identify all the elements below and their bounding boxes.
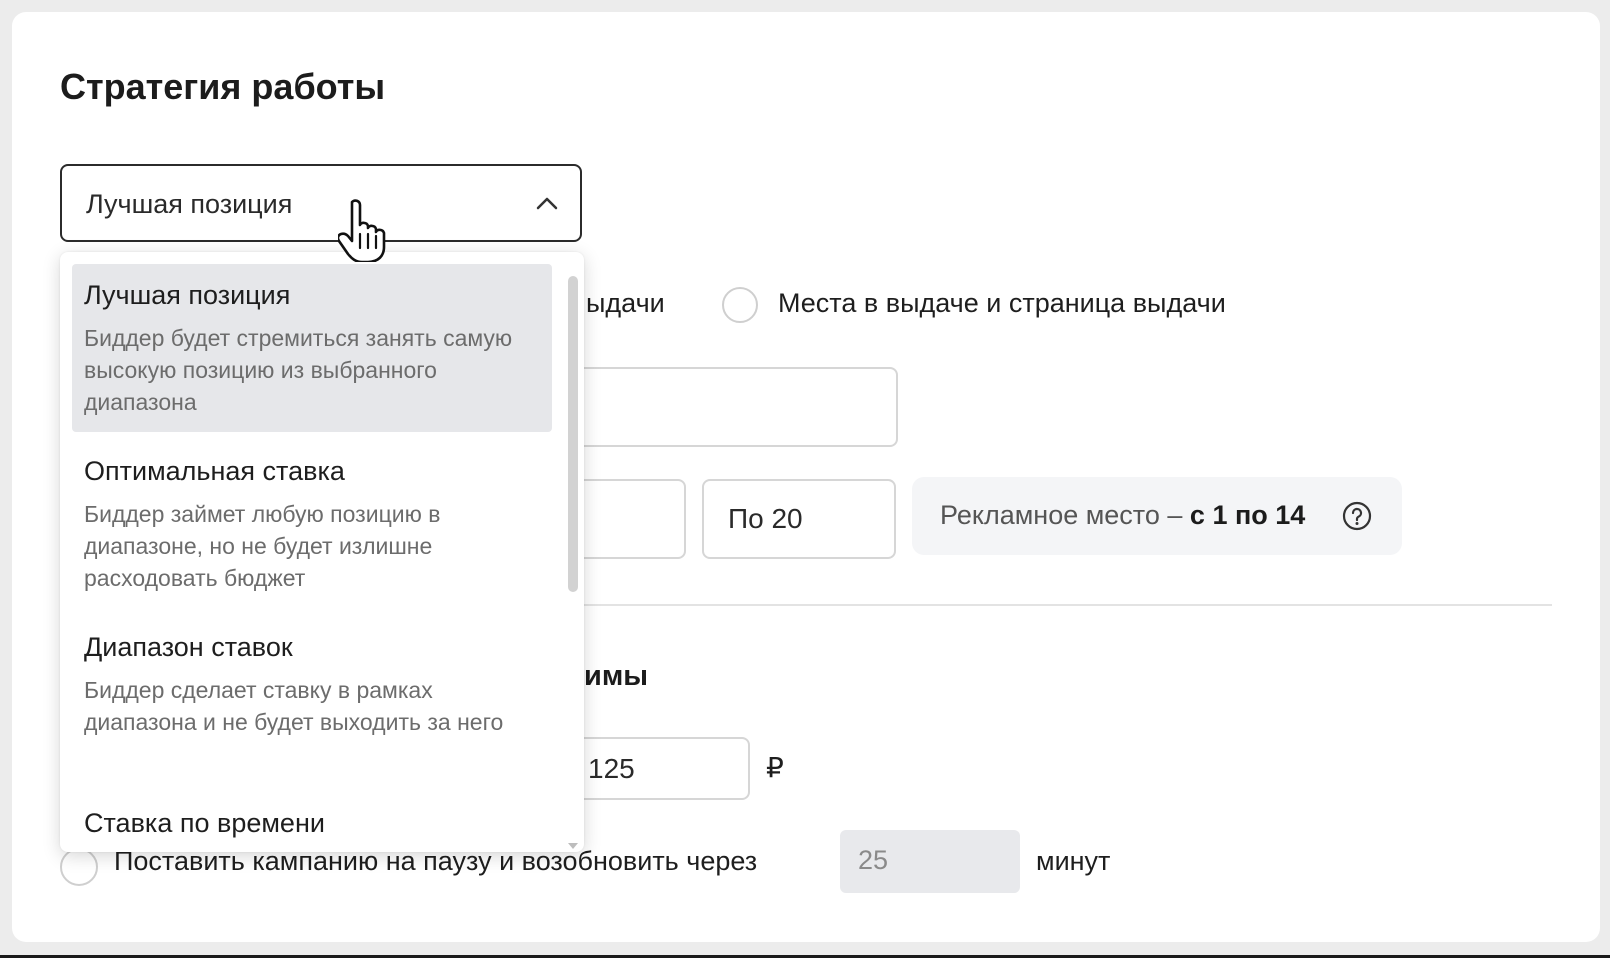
range-to-input[interactable]: По 20 [702,479,896,559]
ad-place-value: с 1 по 14 [1189,500,1306,530]
scroll-down-arrow-icon[interactable] [567,842,579,850]
ad-place-prefix: Рекламное место – [940,500,1190,530]
option-description: Биддер займет любую позицию в диапазоне,… [84,501,441,591]
range-to-value: По 20 [728,503,803,534]
pause-unit-label: минут [1036,846,1111,876]
placement-radio-2[interactable] [722,287,758,323]
dropdown-option-optimal-bid[interactable]: Оптимальная ставка Биддер займет любую п… [72,440,552,608]
pause-minutes-input[interactable]: 25 [840,830,1020,893]
hand-pointer-icon [338,199,386,262]
strategy-dropdown[interactable]: Лучшая позиция Биддер будет стремиться з… [60,252,584,852]
strategy-select-value: Лучшая позиция [86,189,293,219]
placement-option-2-label[interactable]: Места в выдаче и страница выдачи [778,288,1226,319]
pause-minutes-value: 25 [858,845,889,875]
positions-input[interactable] [540,367,898,447]
ad-place-info: Рекламное место – с 1 по 14 [912,477,1402,555]
bid-value: 125 [588,753,635,784]
ad-place-info-text: Рекламное место – с 1 по 14 [940,500,1305,531]
chevron-up-icon [536,197,558,210]
option-title: Оптимальная ставка [84,456,345,486]
option-description: Биддер будет стремиться занять самую выс… [84,325,513,415]
pause-radio[interactable] [60,848,98,886]
placement-option-1-label[interactable]: ыдачи [586,288,665,319]
option-description: Биддер сделает ставку в рамках диапазона… [84,677,504,735]
dropdown-scrollbar[interactable] [568,276,578,592]
option-title: Ставка по времени [84,808,325,838]
dropdown-option-bid-range[interactable]: Диапазон ставок Биддер сделает ставку в … [72,616,552,784]
dropdown-option-best-position[interactable]: Лучшая позиция Биддер будет стремиться з… [72,264,552,432]
dropdown-option-time-bid[interactable]: Ставка по времени [72,792,552,852]
strategy-select[interactable]: Лучшая позиция [60,164,582,242]
question-circle-icon[interactable] [1342,501,1372,531]
page-title: Стратегия работы [60,66,386,107]
limits-section-title: имы [584,660,649,692]
option-title: Лучшая позиция [84,280,291,310]
option-title: Диапазон ставок [84,632,293,662]
currency-label: ₽ [766,752,784,783]
